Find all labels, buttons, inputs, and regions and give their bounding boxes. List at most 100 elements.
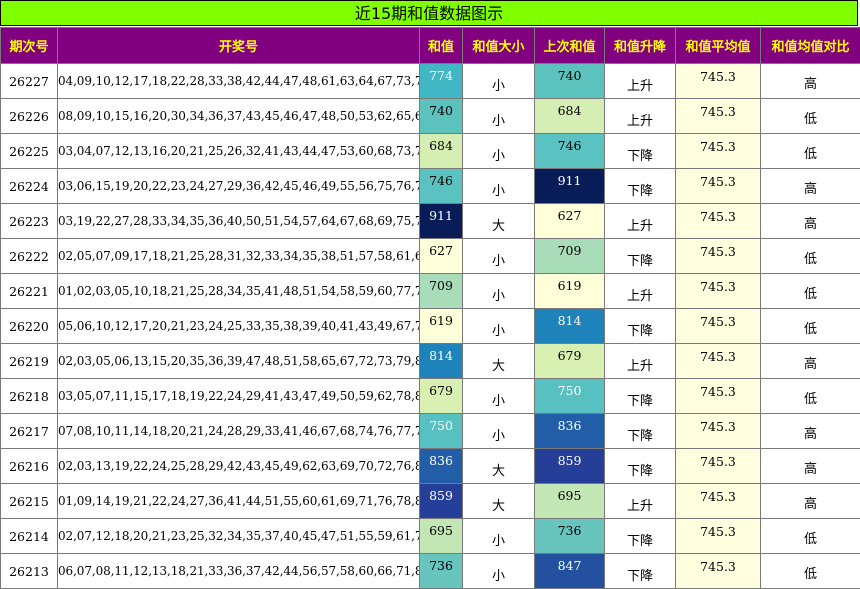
sum-value: 736 bbox=[429, 558, 453, 573]
header-row: 期次号 开奖号 和值 和值大小 上次和值 和值升降 和值平均值 和值均值对比 bbox=[1, 28, 860, 64]
sum-cell: 736 bbox=[420, 554, 463, 589]
trend-cell: 下降 bbox=[605, 519, 676, 554]
prev-sum-cell: 736 bbox=[535, 519, 605, 554]
prev-sum-cell: 679 bbox=[535, 344, 605, 379]
size-cell: 小 bbox=[463, 554, 535, 589]
table-row: 2621306,07,08,11,12,13,18,21,33,36,37,42… bbox=[1, 554, 860, 589]
numbers-cell: 01,02,03,05,10,18,21,25,28,34,35,41,48,5… bbox=[58, 274, 420, 309]
table-row: 2622005,06,10,12,17,20,21,23,24,25,33,35… bbox=[1, 309, 860, 344]
compare-cell: 低 bbox=[761, 99, 860, 134]
trend-value: 下降 bbox=[627, 324, 653, 339]
trend-value: 上升 bbox=[627, 289, 653, 304]
size-value: 大 bbox=[492, 499, 505, 514]
sum-value: 814 bbox=[429, 348, 453, 363]
numbers-cell: 06,07,08,11,12,13,18,21,33,36,37,42,44,5… bbox=[58, 554, 420, 589]
prev-sum-value: 627 bbox=[558, 208, 582, 223]
compare-value: 低 bbox=[804, 322, 817, 337]
size-value: 小 bbox=[492, 184, 505, 199]
numbers-cell: 05,06,10,12,17,20,21,23,24,25,33,35,38,3… bbox=[58, 309, 420, 344]
compare-value: 高 bbox=[804, 462, 817, 477]
compare-cell: 高 bbox=[761, 484, 860, 519]
size-cell: 小 bbox=[463, 134, 535, 169]
prev-sum-cell: 859 bbox=[535, 449, 605, 484]
prev-sum-value: 684 bbox=[558, 103, 582, 118]
numbers-cell: 02,03,13,19,22,24,25,28,29,42,43,45,49,6… bbox=[58, 449, 420, 484]
sum-value: 859 bbox=[429, 488, 453, 503]
trend-value: 下降 bbox=[627, 569, 653, 584]
issue-cell: 26217 bbox=[1, 414, 58, 449]
compare-value: 低 bbox=[804, 567, 817, 582]
trend-cell: 上升 bbox=[605, 484, 676, 519]
header-sum-size: 和值大小 bbox=[463, 28, 535, 64]
header-average-compare: 和值均值对比 bbox=[761, 28, 860, 64]
compare-cell: 高 bbox=[761, 204, 860, 239]
issue-cell: 26226 bbox=[1, 99, 58, 134]
average-value: 745.3 bbox=[700, 489, 736, 504]
compare-value: 高 bbox=[804, 77, 817, 92]
size-cell: 大 bbox=[463, 449, 535, 484]
table-row: 2622704,09,10,12,17,18,22,28,33,38,42,44… bbox=[1, 64, 860, 99]
sum-cell: 709 bbox=[420, 274, 463, 309]
average-value: 745.3 bbox=[700, 524, 736, 539]
average-value: 745.3 bbox=[700, 454, 736, 469]
table-row: 2622101,02,03,05,10,18,21,25,28,34,35,41… bbox=[1, 274, 860, 309]
sum-value: 750 bbox=[429, 418, 453, 433]
size-value: 大 bbox=[492, 359, 505, 374]
numbers-cell: 03,06,15,19,20,22,23,24,27,29,36,42,45,4… bbox=[58, 169, 420, 204]
sum-value: 836 bbox=[429, 453, 453, 468]
sum-cell: 679 bbox=[420, 379, 463, 414]
average-value: 745.3 bbox=[700, 104, 736, 119]
issue-cell: 26224 bbox=[1, 169, 58, 204]
average-value: 745.3 bbox=[700, 209, 736, 224]
average-cell: 745.3 bbox=[676, 134, 761, 169]
table-body: 2622704,09,10,12,17,18,22,28,33,38,42,44… bbox=[1, 64, 860, 589]
compare-cell: 高 bbox=[761, 169, 860, 204]
compare-cell: 高 bbox=[761, 64, 860, 99]
trend-value: 上升 bbox=[627, 359, 653, 374]
trend-value: 下降 bbox=[627, 149, 653, 164]
average-cell: 745.3 bbox=[676, 379, 761, 414]
prev-sum-cell: 619 bbox=[535, 274, 605, 309]
average-value: 745.3 bbox=[700, 69, 736, 84]
compare-value: 低 bbox=[804, 147, 817, 162]
prev-sum-value: 695 bbox=[558, 488, 582, 503]
size-cell: 小 bbox=[463, 519, 535, 554]
prev-sum-value: 746 bbox=[558, 138, 582, 153]
prev-sum-cell: 847 bbox=[535, 554, 605, 589]
trend-value: 下降 bbox=[627, 429, 653, 444]
size-value: 大 bbox=[492, 219, 505, 234]
average-cell: 745.3 bbox=[676, 64, 761, 99]
compare-cell: 低 bbox=[761, 554, 860, 589]
issue-cell: 26221 bbox=[1, 274, 58, 309]
numbers-cell: 07,08,10,11,14,18,20,21,24,28,29,33,41,4… bbox=[58, 414, 420, 449]
size-cell: 小 bbox=[463, 239, 535, 274]
size-value: 小 bbox=[492, 534, 505, 549]
compare-value: 低 bbox=[804, 112, 817, 127]
size-cell: 大 bbox=[463, 204, 535, 239]
table-row: 2622403,06,15,19,20,22,23,24,27,29,36,42… bbox=[1, 169, 860, 204]
trend-cell: 上升 bbox=[605, 64, 676, 99]
sum-cell: 619 bbox=[420, 309, 463, 344]
trend-cell: 上升 bbox=[605, 344, 676, 379]
numbers-cell: 08,09,10,15,16,20,30,34,36,37,43,45,46,4… bbox=[58, 99, 420, 134]
compare-cell: 低 bbox=[761, 519, 860, 554]
size-cell: 小 bbox=[463, 169, 535, 204]
trend-cell: 下降 bbox=[605, 414, 676, 449]
sum-value: 684 bbox=[429, 138, 453, 153]
average-value: 745.3 bbox=[700, 174, 736, 189]
size-cell: 大 bbox=[463, 344, 535, 379]
compare-cell: 低 bbox=[761, 379, 860, 414]
prev-sum-cell: 814 bbox=[535, 309, 605, 344]
issue-cell: 26220 bbox=[1, 309, 58, 344]
table-row: 2621902,03,05,06,13,15,20,35,36,39,47,48… bbox=[1, 344, 860, 379]
sum-cell: 750 bbox=[420, 414, 463, 449]
size-value: 小 bbox=[492, 324, 505, 339]
trend-value: 上升 bbox=[627, 499, 653, 514]
size-value: 小 bbox=[492, 569, 505, 584]
numbers-cell: 01,09,14,19,21,22,24,27,36,41,44,51,55,6… bbox=[58, 484, 420, 519]
prev-sum-cell: 836 bbox=[535, 414, 605, 449]
issue-cell: 26216 bbox=[1, 449, 58, 484]
average-cell: 745.3 bbox=[676, 309, 761, 344]
table-row: 2621402,07,12,18,20,21,23,25,32,34,35,37… bbox=[1, 519, 860, 554]
numbers-cell: 03,04,07,12,13,16,20,21,25,26,32,41,43,4… bbox=[58, 134, 420, 169]
